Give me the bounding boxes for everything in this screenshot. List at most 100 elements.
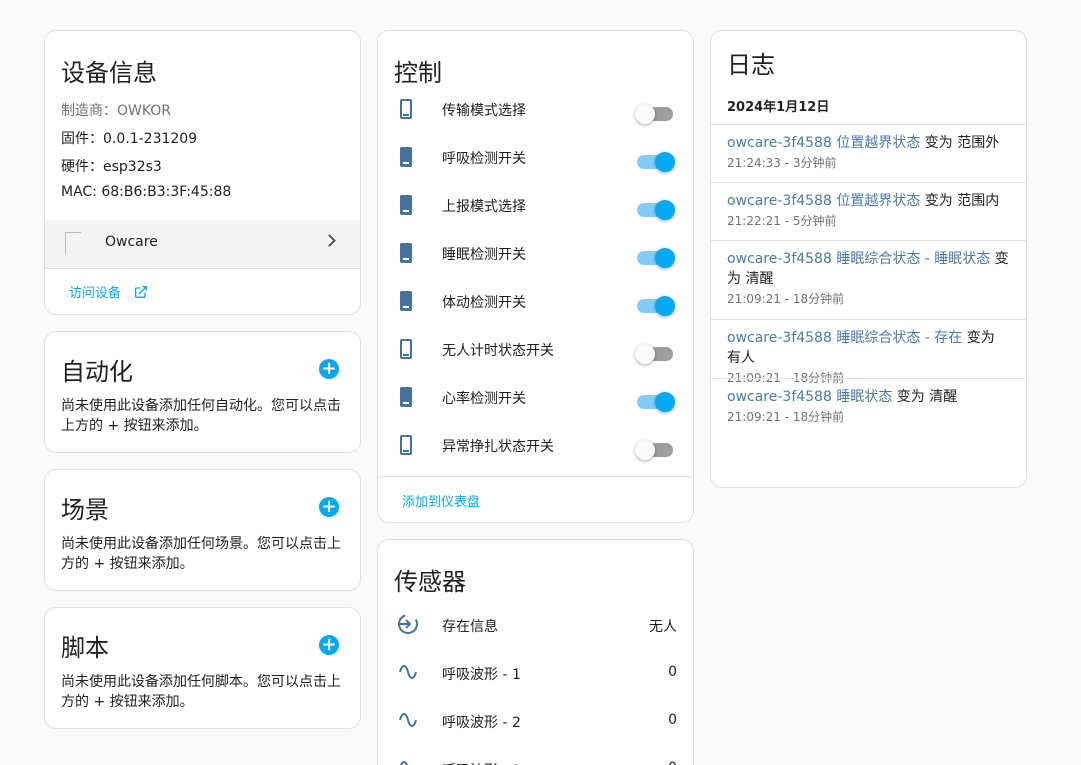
scene-description: 尚未使用此设备添加任何场景。您可以点击上方的 + 按钮来添加。	[61, 536, 341, 572]
integration-logo-icon	[65, 232, 81, 254]
toggle-switch[interactable]	[635, 101, 673, 124]
toggle-switch[interactable]	[637, 197, 675, 220]
visit-device-link[interactable]: 访问设备	[69, 282, 149, 301]
script-description: 尚未使用此设备添加任何脚本。您可以点击上方的 + 按钮来添加。	[61, 674, 341, 710]
manufacturer-text: 制造商：OWKOR	[61, 103, 172, 119]
logbook-date: 2024年1月12日	[727, 100, 830, 115]
sensor-value: 无人	[649, 619, 677, 635]
log-time: 21:09:21 - 18分钟前	[727, 410, 845, 424]
cellphone-icon	[400, 291, 412, 311]
device-info-card: 设备信息 制造商：OWKOR 固件：0.0.1-231209 硬件：esp32s…	[44, 30, 361, 315]
log-entity-link[interactable]: owcare-3f4588 睡眠综合状态 - 睡眠状态	[727, 251, 990, 267]
toggle-switch[interactable]	[637, 245, 675, 268]
automation-card: 自动化 + 尚未使用此设备添加任何自动化。您可以点击上方的 + 按钮来添加。	[44, 331, 361, 453]
log-entity-link[interactable]: owcare-3f4588 睡眠综合状态 - 存在	[727, 330, 962, 346]
integration-row[interactable]: Owcare	[45, 220, 360, 268]
log-action: 变为 清醒	[892, 389, 958, 405]
visit-device-label: 访问设备	[69, 286, 122, 301]
control-row[interactable]: 睡眠检测开关	[378, 231, 693, 279]
log-time: 21:22:21 - 5分钟前	[727, 214, 837, 228]
toggle-thumb	[655, 248, 675, 268]
toggle-switch[interactable]	[635, 341, 673, 364]
sensor-label: 存在信息	[442, 619, 498, 635]
log-entity-link[interactable]: owcare-3f4588 位置越界状态	[727, 193, 920, 209]
toggle-switch[interactable]	[637, 293, 675, 316]
mac-text: MAC: 68:B6:B3:3F:45:88	[61, 184, 232, 200]
log-line: owcare-3f4588 位置越界状态 变为 范围内	[727, 191, 1010, 211]
control-row[interactable]: 体动检测开关	[378, 279, 693, 327]
control-row[interactable]: 上报模式选择	[378, 183, 693, 231]
login-icon	[398, 614, 418, 634]
sensor-row[interactable]: 呼吸波形 - 1 0	[378, 652, 693, 700]
toggle-switch[interactable]	[635, 437, 673, 460]
log-entry: owcare-3f4588 位置越界状态 变为 范围外 21:24:33 - 3分…	[711, 124, 1026, 179]
divider	[378, 476, 693, 477]
cellphone-icon	[400, 387, 412, 407]
sensors-title: 传感器	[394, 568, 466, 596]
open-in-new-icon	[135, 286, 148, 298]
log-entry: owcare-3f4588 睡眠状态 变为 清醒 21:09:21 - 18分钟前	[711, 378, 1026, 433]
toggle-switch[interactable]	[637, 389, 675, 412]
logbook-card: 日志 2024年1月12日 owcare-3f4588 位置越界状态 变为 范围…	[710, 30, 1027, 488]
control-row[interactable]: 无人计时状态开关	[378, 327, 693, 375]
logbook-title: 日志	[727, 51, 775, 79]
control-row[interactable]: 心率检测开关	[378, 375, 693, 423]
sine-wave-icon	[399, 761, 409, 765]
sensor-label: 呼吸波形 - 2	[442, 715, 521, 731]
sensor-row[interactable]: 存在信息 无人	[378, 604, 693, 652]
integration-name: Owcare	[105, 234, 158, 250]
sine-wave-icon	[399, 665, 417, 679]
toggle-thumb	[655, 200, 675, 220]
chevron-right-icon	[323, 234, 336, 247]
log-entity-link[interactable]: owcare-3f4588 位置越界状态	[727, 135, 920, 151]
automation-title: 自动化	[61, 358, 133, 386]
sensor-label: 呼吸波形 - 3	[442, 760, 521, 765]
divider	[45, 268, 360, 269]
device-info-title: 设备信息	[61, 59, 157, 87]
log-entity-link[interactable]: owcare-3f4588 睡眠状态	[727, 389, 892, 405]
control-label: 体动检测开关	[442, 295, 526, 311]
toggle-thumb	[655, 296, 675, 316]
sensor-label: 呼吸波形 - 1	[442, 667, 521, 683]
control-label: 心率检测开关	[442, 391, 526, 407]
sensor-value: 0	[668, 760, 677, 765]
log-line: owcare-3f4588 位置越界状态 变为 范围外	[727, 133, 1010, 153]
sensors-card: 传感器 存在信息 无人呼吸波形 - 1 0 呼吸波形 - 2 0 呼吸波形 - 3 0	[377, 539, 694, 765]
control-label: 呼吸检测开关	[442, 151, 526, 167]
controls-title: 控制	[394, 59, 442, 87]
sine-wave-icon	[399, 713, 417, 727]
cellphone-icon	[400, 195, 412, 215]
script-card: 脚本 + 尚未使用此设备添加任何脚本。您可以点击上方的 + 按钮来添加。	[44, 607, 361, 729]
cellphone-icon	[400, 435, 412, 455]
log-line: owcare-3f4588 睡眠综合状态 - 存在 变为 有人	[727, 328, 1010, 368]
hardware-text: 硬件：esp32s3	[61, 159, 162, 175]
toggle-thumb	[635, 344, 655, 364]
log-time: 21:09:21 - 18分钟前	[727, 292, 845, 306]
control-label: 异常挣扎状态开关	[442, 439, 554, 455]
add-scene-button[interactable]: +	[319, 497, 339, 517]
control-label: 上报模式选择	[442, 199, 526, 215]
control-label: 传输模式选择	[442, 103, 526, 119]
add-automation-button[interactable]: +	[319, 359, 339, 379]
log-entry: owcare-3f4588 睡眠综合状态 - 睡眠状态 变为 清醒 21:09:2…	[711, 240, 1026, 315]
control-label: 无人计时状态开关	[442, 343, 554, 359]
cellphone-icon	[400, 99, 412, 119]
sensor-row[interactable]: 呼吸波形 - 3 0	[378, 748, 693, 765]
add-to-dashboard-button[interactable]: 添加到仪表盘	[402, 491, 480, 510]
log-action: 变为 范围内	[920, 193, 1000, 209]
toggle-switch[interactable]	[637, 149, 675, 172]
scene-card: 场景 + 尚未使用此设备添加任何场景。您可以点击上方的 + 按钮来添加。	[44, 469, 361, 591]
sensor-value: 0	[668, 712, 677, 728]
controls-card: 控制 传输模式选择 呼吸检测开关 上报模式选择睡眠检测开关体动检测开关无人计时状态开…	[377, 30, 694, 523]
sensor-row[interactable]: 呼吸波形 - 2 0	[378, 700, 693, 748]
cellphone-icon	[400, 339, 412, 359]
control-row[interactable]: 呼吸检测开关	[378, 135, 693, 183]
add-script-button[interactable]: +	[319, 635, 339, 655]
control-row[interactable]: 异常挣扎状态开关	[378, 423, 693, 471]
toggle-thumb	[655, 152, 675, 172]
toggle-thumb	[635, 440, 655, 460]
sensor-value: 0	[668, 664, 677, 680]
log-time: 21:24:33 - 3分钟前	[727, 156, 837, 170]
log-line: owcare-3f4588 睡眠状态 变为 清醒	[727, 387, 1010, 407]
control-row[interactable]: 传输模式选择	[378, 87, 693, 135]
